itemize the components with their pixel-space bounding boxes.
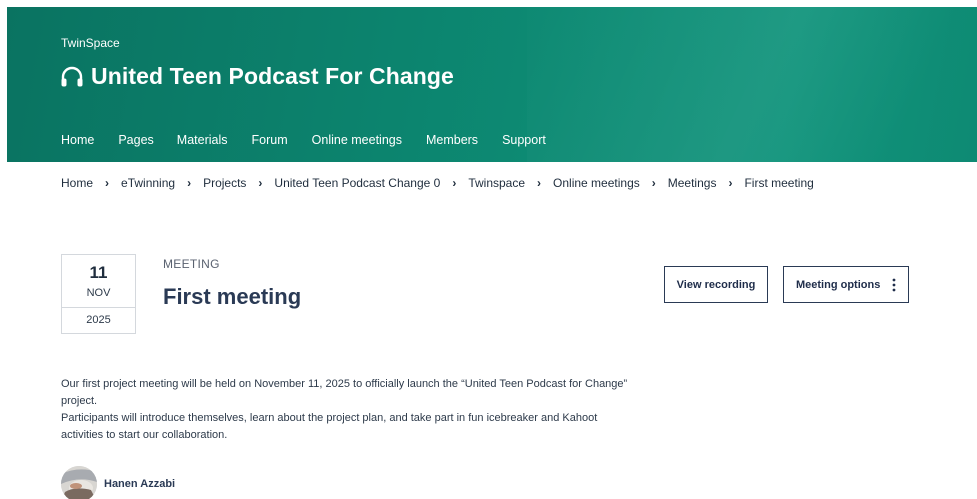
nav-forum[interactable]: Forum <box>252 133 288 147</box>
breadcrumb-home[interactable]: Home <box>61 176 93 190</box>
description-paragraph: Participants will introduce themselves, … <box>61 412 598 441</box>
nav-materials[interactable]: Materials <box>177 133 228 147</box>
breadcrumb-project[interactable]: United Teen Podcast Change 0 <box>274 176 440 190</box>
chevron-right-icon: › <box>258 176 263 190</box>
project-title-text: United Teen Podcast For Change <box>91 63 454 89</box>
chevron-right-icon: › <box>452 176 457 190</box>
nav-pages[interactable]: Pages <box>118 133 153 147</box>
author-name[interactable]: Hanen Azzabi <box>104 478 175 490</box>
date-year: 2025 <box>62 307 135 333</box>
chevron-right-icon: › <box>187 176 192 190</box>
meeting-kind-label: MEETING <box>163 257 220 271</box>
description-paragraph: Our first project meeting will be held o… <box>61 378 628 407</box>
project-header: TwinSpace United Teen Podcast For Change… <box>7 7 977 162</box>
nav-support[interactable]: Support <box>502 133 546 147</box>
chevron-right-icon: › <box>105 176 110 190</box>
meeting-date: 11 NOV 2025 <box>61 254 136 334</box>
breadcrumb-projects[interactable]: Projects <box>203 176 246 190</box>
nav-home[interactable]: Home <box>61 133 94 147</box>
breadcrumb-meetings[interactable]: Meetings <box>668 176 717 190</box>
site-name: TwinSpace <box>61 36 120 50</box>
view-recording-button[interactable]: View recording <box>664 266 768 303</box>
chevron-right-icon: › <box>651 176 656 190</box>
breadcrumb-current: First meeting <box>744 176 814 190</box>
meeting-options-label: Meeting options <box>796 278 881 291</box>
header-decoration <box>527 7 977 162</box>
avatar[interactable] <box>61 466 97 499</box>
kebab-menu-icon <box>892 278 896 292</box>
meeting-options-button[interactable]: Meeting options <box>783 266 909 303</box>
chevron-right-icon: › <box>728 176 733 190</box>
breadcrumb-online-meetings[interactable]: Online meetings <box>553 176 640 190</box>
avatar-image <box>61 466 97 499</box>
meeting-author[interactable]: Hanen Azzabi <box>61 466 175 499</box>
headphones-icon <box>61 66 83 86</box>
breadcrumb: Home › eTwinning › Projects › United Tee… <box>61 176 814 190</box>
breadcrumb-etwinning[interactable]: eTwinning <box>121 176 175 190</box>
project-nav: Home Pages Materials Forum Online meetin… <box>61 133 570 147</box>
page: TwinSpace United Teen Podcast For Change… <box>0 0 977 499</box>
nav-members[interactable]: Members <box>426 133 478 147</box>
date-day: 11 <box>89 263 108 282</box>
date-month: NOV <box>86 287 111 299</box>
nav-online-meetings[interactable]: Online meetings <box>312 133 402 147</box>
meeting-description: Our first project meeting will be held o… <box>61 376 641 444</box>
project-title: United Teen Podcast For Change <box>59 63 454 90</box>
chevron-right-icon: › <box>537 176 542 190</box>
breadcrumb-twinspace[interactable]: Twinspace <box>468 176 525 190</box>
page-title: First meeting <box>163 284 302 309</box>
